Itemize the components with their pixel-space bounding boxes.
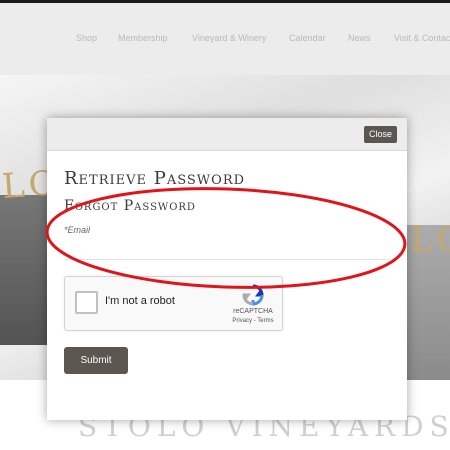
- nav-vineyard-winery[interactable]: Vineyard & Winery: [192, 33, 266, 43]
- modal-header: Close: [47, 118, 407, 151]
- nav-calendar[interactable]: Calendar: [289, 33, 326, 43]
- modal-title: Retrieve Password: [64, 168, 246, 189]
- nav-membership[interactable]: Membership: [118, 33, 168, 43]
- hero-label-right: LO: [410, 220, 450, 260]
- modal-subtitle: Forgot Password: [64, 198, 196, 214]
- recaptcha-widget: I'm not a robot reCAPTCHA Privacy - Term…: [64, 276, 283, 331]
- retrieve-password-modal: Close Retrieve Password Forgot Password …: [47, 118, 407, 420]
- close-button[interactable]: Close: [363, 126, 397, 143]
- recaptcha-privacy-terms[interactable]: Privacy - Terms: [225, 318, 281, 324]
- recaptcha-icon: [242, 284, 264, 306]
- nav-visit-contact[interactable]: Visit & Contact: [394, 33, 450, 43]
- recaptcha-checkbox[interactable]: [75, 291, 98, 314]
- recaptcha-brand: reCAPTCHA: [233, 308, 273, 315]
- recaptcha-label: I'm not a robot: [105, 295, 175, 307]
- email-label: *Email: [64, 225, 91, 235]
- nav-shop[interactable]: Shop: [76, 33, 97, 43]
- nav-news[interactable]: News: [348, 33, 371, 43]
- email-field[interactable]: [64, 238, 390, 260]
- site-navigation: Shop Membership Vineyard & Winery Calend…: [0, 3, 450, 75]
- submit-button[interactable]: Submit: [64, 347, 128, 374]
